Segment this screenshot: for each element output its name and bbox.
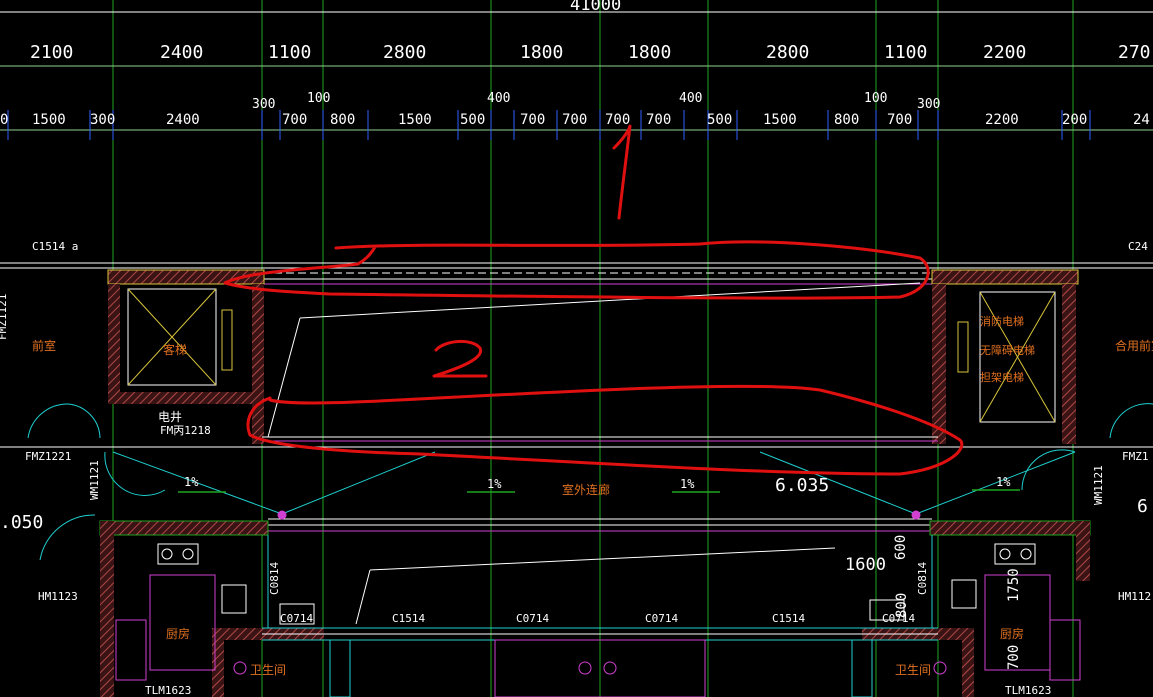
window-label-right: C24 [1128,240,1148,253]
kitchen-left-label: 厨房 [166,626,190,641]
c0714-c: C0714 [645,612,678,625]
tlm-right-label: TLM1623 [1005,684,1051,697]
elevation-main: 6.035 [775,475,829,496]
outdoor-corridor-label: 室外连廊 [562,482,610,497]
bath-left-label: 卫生间 [250,663,286,677]
annotation-mark-2: 2 [0,0,1,1]
svg-text:800: 800 [834,112,859,128]
dim-2800: 2800 [383,42,426,63]
red-markup [223,124,964,476]
dim-800: 800 [894,593,910,618]
hm-right-label: HM112 [1118,590,1151,603]
svg-text:400: 400 [679,91,702,106]
svg-text:1500: 1500 [763,112,797,128]
markup-loop-1 [223,240,930,300]
shared-front-room-label: 合用前室 [1115,338,1153,353]
wm-right-label: WM1121 [1092,465,1105,505]
svg-text:300: 300 [90,112,115,128]
dim-2100: 2100 [30,42,73,63]
dimension-text: 41000 2100 2400 1100 2800 1800 1800 2800… [30,0,1151,63]
cad-drawing-canvas[interactable]: 41000 2100 2400 1100 2800 1800 1800 2800… [0,0,1153,697]
svg-text:0: 0 [0,112,8,128]
fmz-right-label: FMZ1 [1122,450,1149,463]
svg-text:800: 800 [330,112,355,128]
markup-number-2-stroke [432,340,488,378]
lower-walls [99,520,1091,697]
passenger-elevator [127,288,233,386]
dim-1800: 1800 [520,42,563,63]
svg-text:100: 100 [864,91,887,106]
hm-left-label: HM1123 [38,590,78,603]
stretcher-elevator-label: 担架电梯 [980,370,1024,384]
slope-label-4: 1% [996,475,1011,489]
c0714-a: C0714 [280,612,313,625]
kitchen-right-label: 厨房 [1000,626,1024,641]
dim-1600: 1600 [845,555,886,575]
elevation-left: .050 [0,512,43,533]
upper-small-dims: 300 100 400 400 100 300 [252,91,940,112]
wm-left-label: WM1121 [88,460,101,500]
svg-text:700: 700 [520,112,545,128]
dim-1100: 1100 [268,42,311,63]
c0814-right: C0814 [916,562,929,595]
accessible-elevator-label: 无障碍电梯 [980,343,1035,357]
svg-text:500: 500 [707,112,732,128]
slope-label-2: 1% [487,477,502,491]
c1514-a: C1514 [392,612,425,625]
markup-number-1-stroke [612,124,632,220]
svg-text:700: 700 [605,112,630,128]
tlm-left-label: TLM1623 [145,684,191,697]
svg-text:100: 100 [307,91,330,106]
svg-text:300: 300 [252,97,275,112]
top-total-dim: 41000 [570,0,621,15]
svg-text:400: 400 [487,91,510,106]
annotation-mark-1: 1 [0,0,1,1]
svg-text:1500: 1500 [398,112,432,128]
kitchen-fixtures [115,543,1081,681]
dim-2200: 2200 [983,42,1026,63]
svg-text:1500: 1500 [32,112,66,128]
passenger-elevator-label: 客梯 [163,342,187,357]
fmz-vertical-label: FMZ1121 [0,294,9,340]
svg-text:700: 700 [282,112,307,128]
dim-600: 600 [893,535,909,560]
svg-text:700: 700 [646,112,671,128]
fire-elevator [957,291,1056,423]
svg-text:700: 700 [887,112,912,128]
front-room-label: 前室 [32,338,56,353]
svg-text:300: 300 [917,97,940,112]
svg-text:2400: 2400 [166,112,200,128]
dim-1750: 1750 [1006,568,1022,602]
fm-door-label: FM丙1218 [160,424,211,437]
slope-label-1: 1% [184,475,199,489]
slope-label-3: 1% [680,477,695,491]
bath-right-label: 卫生间 [895,663,931,677]
elec-shaft-label: 电井 [158,410,182,424]
window-label-left: C1514 a [32,240,78,253]
svg-text:2200: 2200 [985,112,1019,128]
svg-text:200: 200 [1062,112,1087,128]
svg-text:24: 24 [1133,112,1150,128]
dim-700: 700 [1006,645,1022,670]
c0814-left: C0814 [268,562,281,595]
dim-2800b: 2800 [766,42,809,63]
fire-elevator-label: 消防电梯 [980,314,1024,328]
fmz-left-label: FMZ1221 [25,450,71,463]
dimension-row-2: 0 1500 300 2400 700 800 1500 500 700 700… [0,112,1150,128]
dim-2400: 2400 [160,42,203,63]
c0714-b: C0714 [516,612,549,625]
c1514-b: C1514 [772,612,805,625]
dim-270: 270 [1118,42,1151,63]
dim-1100b: 1100 [884,42,927,63]
svg-text:700: 700 [562,112,587,128]
dim-1800b: 1800 [628,42,671,63]
elevation-right: 6 [1137,496,1148,517]
markup-loop-2 [246,384,964,476]
svg-text:500: 500 [460,112,485,128]
